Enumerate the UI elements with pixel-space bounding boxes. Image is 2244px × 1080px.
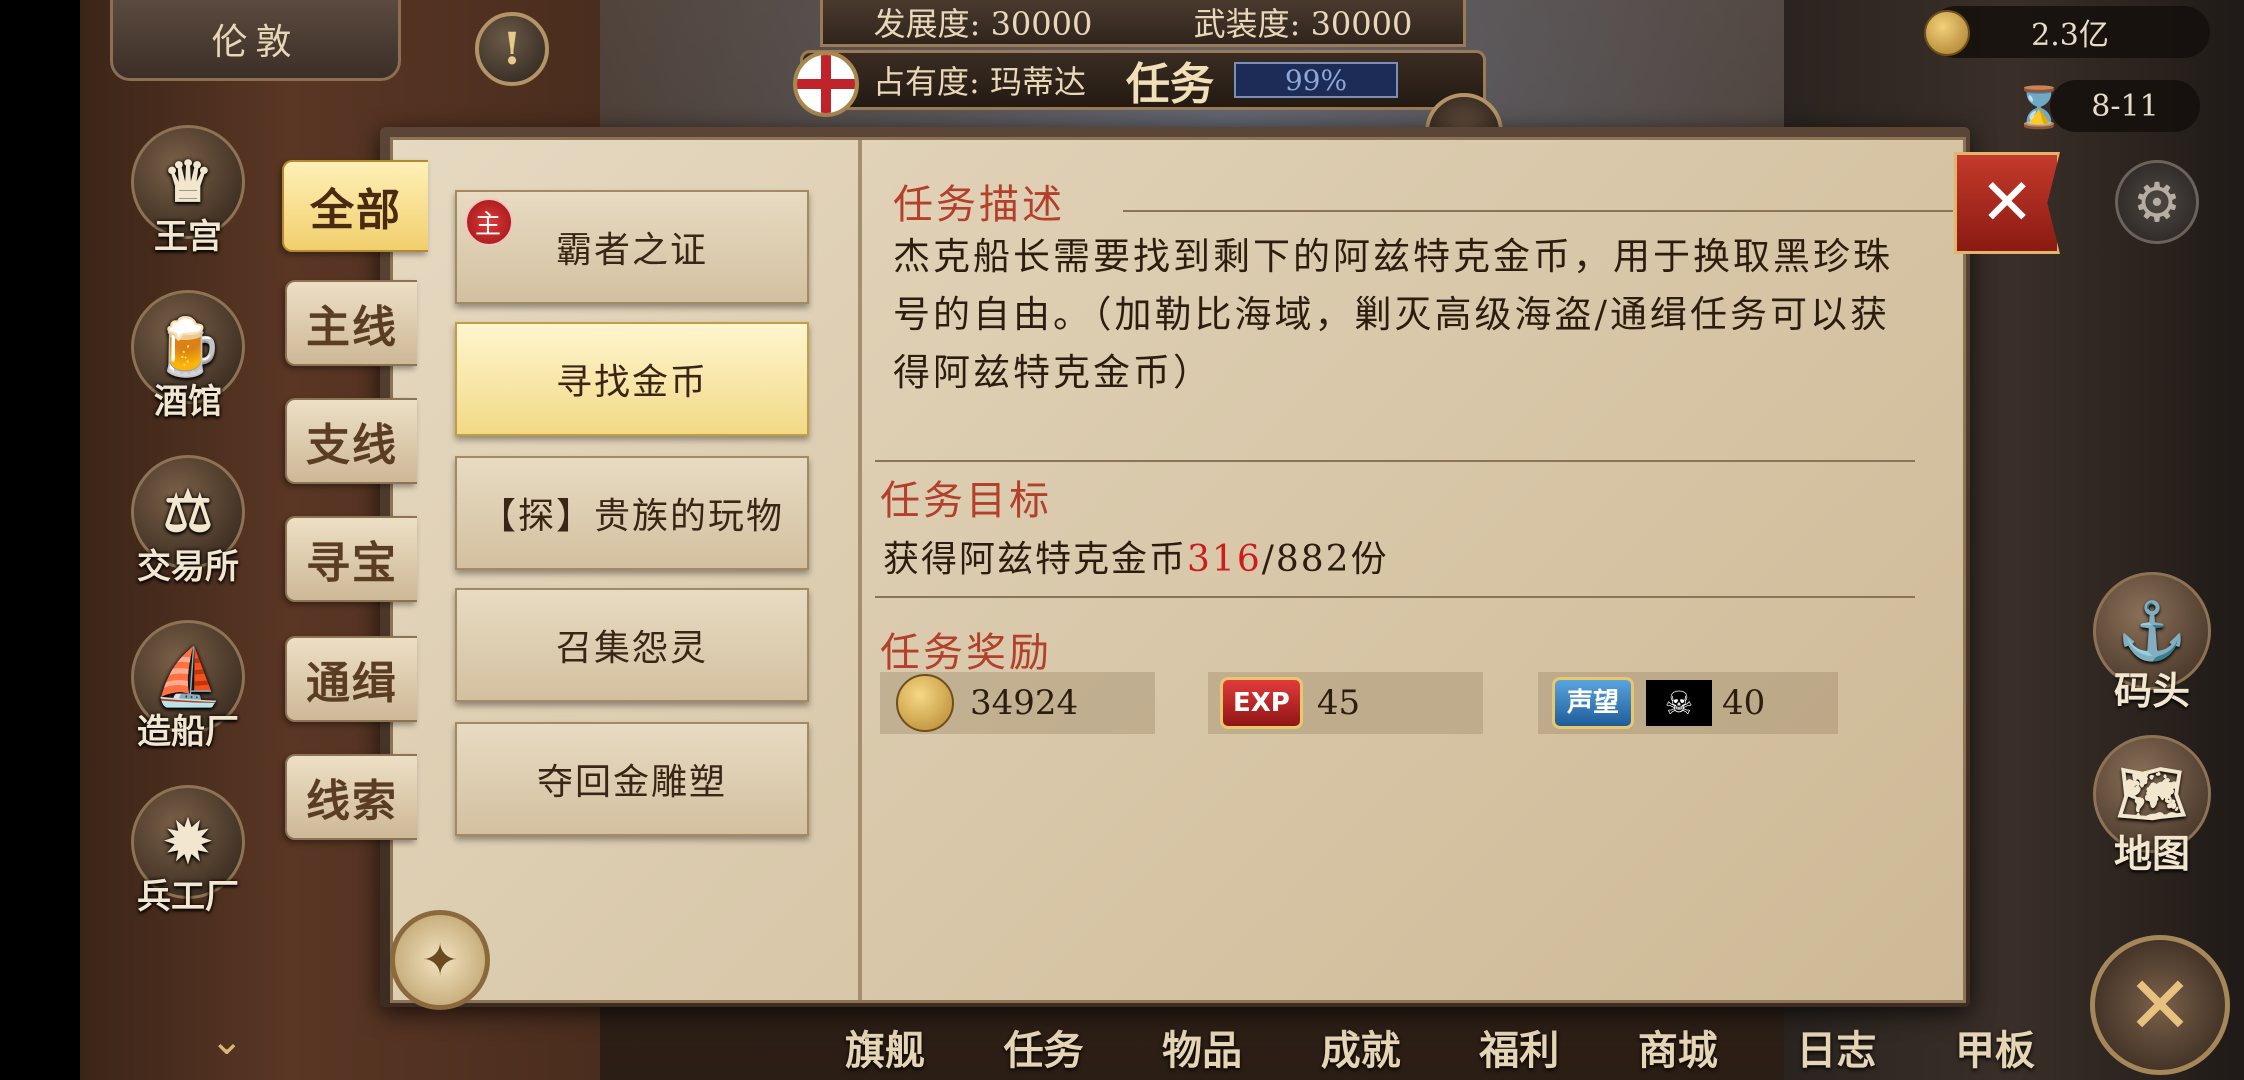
occupancy-stat: 占有度: 玛蒂达 <box>873 63 1086 101</box>
occupancy-row: 占有度: 玛蒂达 任务 99% ⌄ <box>793 50 1503 171</box>
pirate-flag-icon: ☠ <box>1646 680 1713 726</box>
divider-2 <box>875 596 1915 598</box>
date-value: 8-11 <box>2091 88 2159 124</box>
tab-wanted[interactable]: 通缉 <box>285 636 417 722</box>
main-quest-badge: 主 <box>465 198 513 246</box>
goal-text: 获得阿兹特克金币 <box>883 539 1188 580</box>
tab-side[interactable]: 支线 <box>285 398 417 484</box>
bottom-nav-flagship[interactable]: 旗舰 <box>820 1018 950 1080</box>
nav-shipyard[interactable]: ⛵ 造船厂 <box>118 620 258 787</box>
quest-title: 【探】贵族的玩物 <box>479 496 784 537</box>
quest-item-selected[interactable]: 寻找金币 <box>455 322 809 436</box>
bottom-nav-items[interactable]: 物品 <box>1137 1018 1267 1080</box>
bottom-nav-achievements[interactable]: 成就 <box>1296 1018 1426 1080</box>
nav-tavern-label: 酒馆 <box>154 382 222 422</box>
goal-heading: 任务目标 <box>880 478 1052 524</box>
nav-arsenal[interactable]: ✹ 兵工厂 <box>118 785 258 952</box>
gold-amount: 2.3亿 <box>2031 18 2109 53</box>
bottom-nav-shop[interactable]: 商城 <box>1613 1018 1743 1080</box>
nav-map-label: 地图 <box>2113 831 2190 876</box>
desc-heading: 任务描述 <box>893 182 1065 228</box>
development-stat: 发展度: 30000 <box>873 5 1093 43</box>
date-counter: ⌛ 8-11 <box>2014 80 2200 132</box>
tab-main[interactable]: 主线 <box>285 280 417 366</box>
nav-shipyard-label: 造船厂 <box>137 712 239 752</box>
nav-tavern[interactable]: 🍺 酒馆 <box>118 290 258 457</box>
goal-current: 316 <box>1187 539 1262 580</box>
bottom-nav-tasks[interactable]: 任务 <box>979 1018 1109 1080</box>
reward-rep-value: 40 <box>1722 683 1766 723</box>
gold-coin-icon <box>1924 10 1970 56</box>
desc-rule <box>1123 210 1953 212</box>
nav-dock-label: 码头 <box>2113 668 2190 713</box>
reward-exp: EXP 45 <box>1208 672 1483 734</box>
quest-item[interactable]: 夺回金雕塑 <box>455 722 809 836</box>
nav-palace-label: 王宫 <box>154 217 222 257</box>
crossed-swords-icon[interactable]: ✕ <box>2090 935 2230 1075</box>
city-stats-row: 发展度: 30000 武装度: 30000 <box>820 0 1466 47</box>
quest-description: 杰克船长需要找到剩下的阿兹特克金币，用于换取黑珍珠号的自由。（加勒比海域，剿灭高… <box>893 235 1893 394</box>
reward-gold-value: 34924 <box>970 683 1079 723</box>
gear-icon[interactable]: ⚙ <box>2115 160 2199 244</box>
alert-icon[interactable]: ! <box>475 12 549 86</box>
quest-title: 霸者之证 <box>555 230 708 271</box>
gold-counter: 2.3亿 <box>1924 6 2210 58</box>
reward-reputation: 声望 ☠ 40 <box>1538 672 1838 734</box>
hourglass-icon: ⌛ <box>2014 85 2064 131</box>
left-letterbox <box>0 0 80 1080</box>
bottom-nav-deck[interactable]: 甲板 <box>1930 1018 2060 1080</box>
nav-arsenal-label: 兵工厂 <box>137 877 239 917</box>
reward-exp-value: 45 <box>1316 683 1361 723</box>
england-flag-icon <box>793 51 859 117</box>
city-name[interactable]: 伦敦 <box>110 0 401 81</box>
quest-title: 夺回金雕塑 <box>536 762 727 803</box>
quest-title: 寻找金币 <box>555 362 708 403</box>
nav-map[interactable]: 🗺 地图 <box>2092 735 2212 908</box>
nav-palace[interactable]: ♛ 王宫 <box>118 125 258 292</box>
armament-stat: 武装度: 30000 <box>1193 5 1413 43</box>
nav-exchange[interactable]: ⚖ 交易所 <box>118 455 258 622</box>
city-status-banner: 发展度: 30000 武装度: 30000 占有度: 玛蒂达 任务 99% ⌄ <box>760 0 1520 171</box>
quest-item[interactable]: 【探】贵族的玩物 <box>455 456 809 570</box>
tab-clues[interactable]: 线索 <box>285 754 417 840</box>
close-button[interactable]: ✕ <box>1954 152 2060 254</box>
quest-item[interactable]: 主 霸者之证 <box>455 190 809 304</box>
quest-goal: 获得阿兹特克金币316/882份 <box>883 530 1389 582</box>
tab-treasure[interactable]: 寻宝 <box>285 516 417 602</box>
goal-total: /882份 <box>1261 539 1389 580</box>
expand-chevron-icon[interactable]: ⌄ <box>210 1018 244 1064</box>
gold-coin-icon <box>896 674 954 732</box>
quest-title: 召集怨灵 <box>555 628 708 669</box>
panel-divider <box>858 140 862 1000</box>
bottom-nav-log[interactable]: 日志 <box>1771 1018 1901 1080</box>
bottom-nav: 旗舰 任务 物品 成就 福利 商城 日志 甲板 <box>820 1018 2060 1080</box>
occupancy-progress-bar: 99% <box>1233 62 1398 98</box>
quest-item[interactable]: 召集怨灵 <box>455 588 809 702</box>
exp-icon: EXP <box>1220 677 1303 729</box>
reward-heading: 任务奖励 <box>880 630 1052 676</box>
task-label: 任务 <box>1125 59 1214 110</box>
reward-gold: 34924 <box>880 672 1155 734</box>
tab-all[interactable]: 全部 <box>282 160 428 252</box>
nav-dock[interactable]: ⚓ 码头 <box>2092 572 2212 745</box>
divider-1 <box>875 460 1915 462</box>
bottom-nav-welfare[interactable]: 福利 <box>1454 1018 1584 1080</box>
nav-exchange-label: 交易所 <box>137 547 239 587</box>
compass-icon[interactable]: ✦ <box>390 910 490 1010</box>
reputation-icon: 声望 <box>1552 677 1635 729</box>
